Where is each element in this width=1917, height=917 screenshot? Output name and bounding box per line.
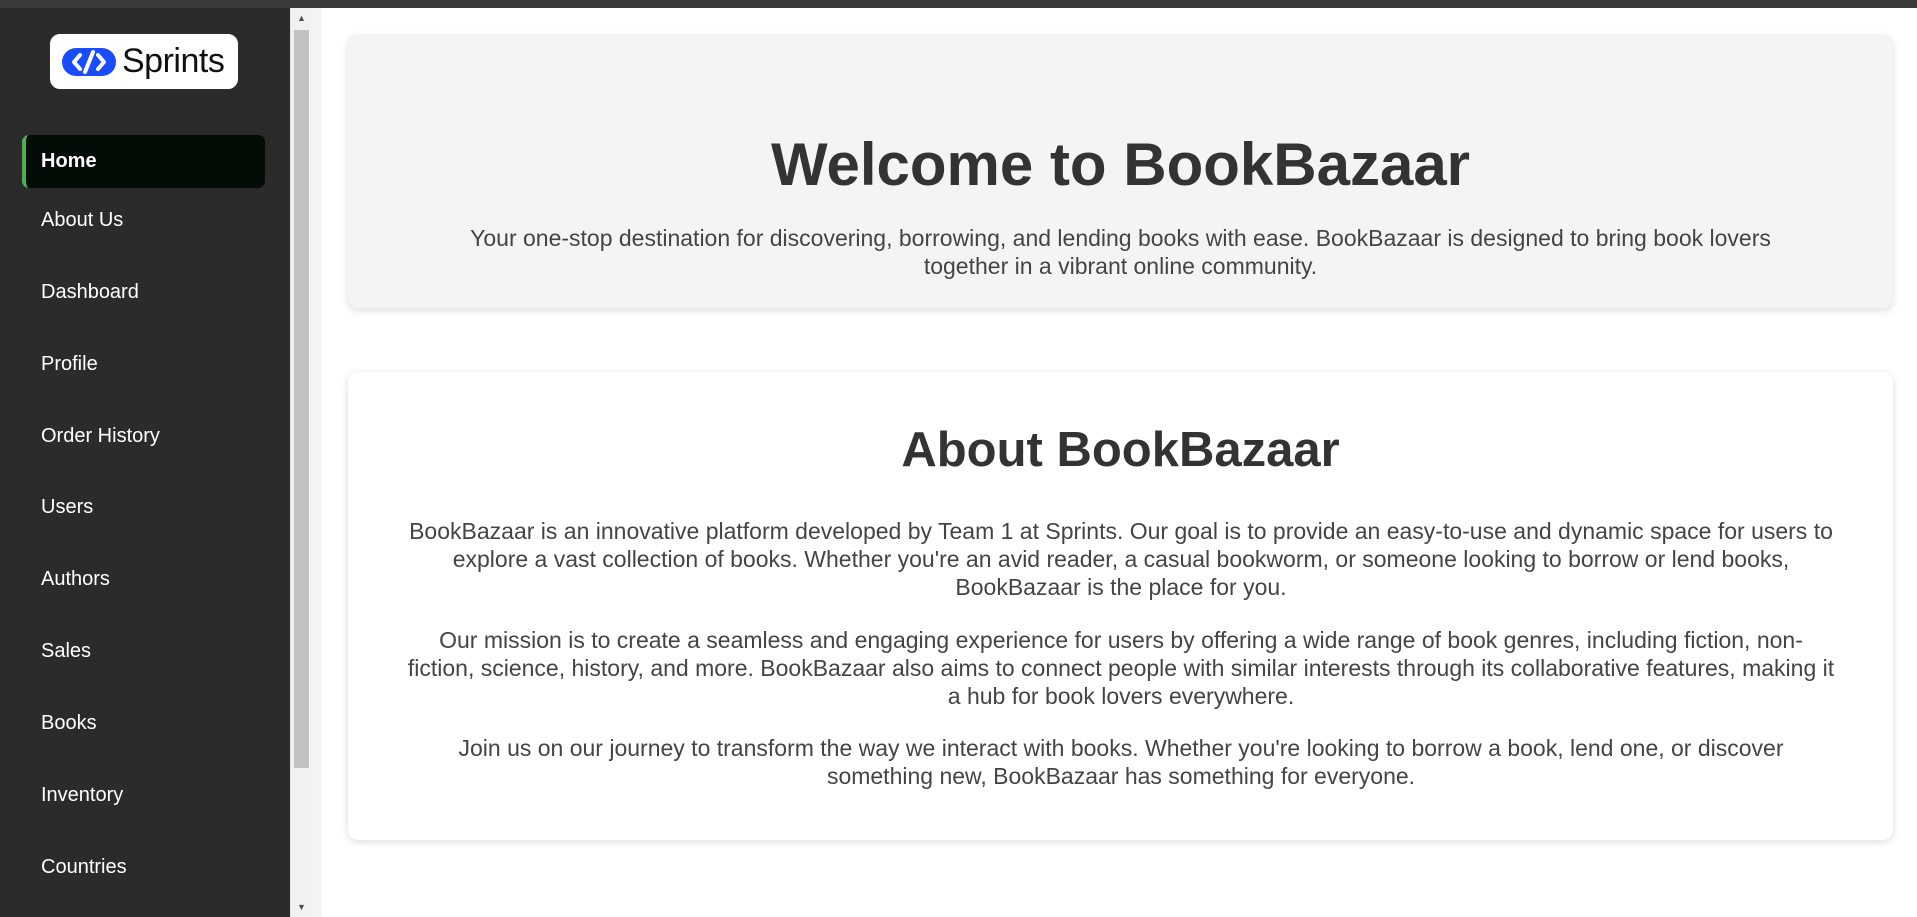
about-title: About BookBazaar: [901, 423, 1340, 477]
scroll-up-arrow-icon[interactable]: ▲: [291, 8, 312, 28]
about-paragraph: BookBazaar is an innovative platform dev…: [409, 518, 1833, 600]
sidebar-item-books[interactable]: Books: [22, 697, 265, 750]
window-top-bar: [0, 0, 1917, 8]
about-section: About BookBazaar BookBazaar is an innova…: [348, 372, 1893, 840]
sprints-logo-icon: [62, 47, 116, 76]
sidebar-item-countries[interactable]: Countries: [22, 841, 265, 894]
content-divider: [312, 8, 322, 917]
sidebar: Sprints Home About Us Dashboard Profile …: [0, 8, 290, 917]
welcome-hero: Welcome to BookBazaar Your one-stop dest…: [348, 34, 1893, 308]
hero-subtitle: Your one-stop destination for discoverin…: [470, 225, 1771, 279]
sidebar-item-profile[interactable]: Profile: [22, 338, 265, 391]
sidebar-item-order-history[interactable]: Order History: [22, 410, 265, 463]
sidebar-item-dashboard[interactable]: Dashboard: [22, 266, 265, 319]
about-paragraph: Join us on our journey to transform the …: [458, 735, 1784, 789]
scroll-down-arrow-icon[interactable]: ▼: [291, 897, 312, 917]
sidebar-item-inventory[interactable]: Inventory: [22, 769, 265, 822]
sidebar-item-authors[interactable]: Authors: [22, 553, 265, 606]
sidebar-item-home[interactable]: Home: [22, 135, 265, 188]
sidebar-scrollbar[interactable]: ▲ ▼: [290, 8, 312, 917]
scrollbar-thumb[interactable]: [294, 30, 309, 768]
about-paragraph: Our mission is to create a seamless and …: [407, 627, 1835, 709]
sidebar-item-about-us[interactable]: About Us: [22, 194, 265, 247]
logo-text: Sprints: [122, 42, 225, 80]
sidebar-item-users[interactable]: Users: [22, 481, 265, 534]
hero-title: Welcome to BookBazaar: [770, 131, 1471, 198]
sidebar-item-sales[interactable]: Sales: [22, 625, 265, 678]
sprints-logo[interactable]: Sprints: [50, 34, 238, 89]
